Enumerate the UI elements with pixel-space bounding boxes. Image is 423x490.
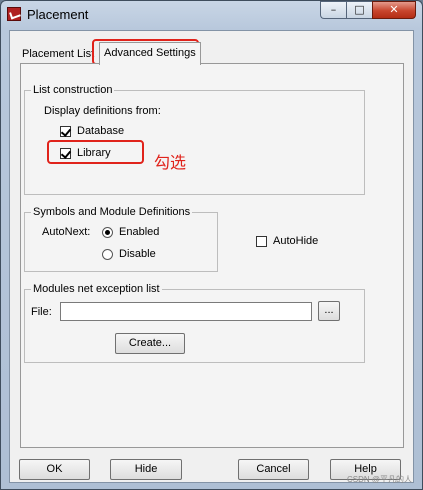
app-icon <box>7 7 21 21</box>
placement-window: Placement – □ ✕ Placement List Advanced … <box>0 0 423 490</box>
enabled-radio[interactable] <box>102 227 113 238</box>
display-definitions-caption: Display definitions from: <box>44 105 161 117</box>
symbols-module-title: Symbols and Module Definitions <box>31 205 193 219</box>
hide-button[interactable]: Hide <box>110 459 182 480</box>
database-label[interactable]: Database <box>77 125 124 138</box>
caption-buttons: – □ ✕ <box>320 1 416 21</box>
browse-button[interactable]: ... <box>318 301 340 321</box>
autonext-label: AutoNext: <box>42 226 91 238</box>
annotation-text: 勾选 <box>154 153 187 172</box>
minimize-button[interactable]: – <box>320 1 346 19</box>
library-label[interactable]: Library <box>77 147 111 160</box>
list-construction-group: List construction Display definitions fr… <box>24 83 365 195</box>
symbols-module-group: Symbols and Module Definitions AutoNext:… <box>24 205 218 272</box>
maximize-button[interactable]: □ <box>346 1 372 19</box>
title-bar[interactable]: Placement – □ ✕ <box>1 1 422 29</box>
tab-advanced-settings[interactable]: Advanced Settings <box>99 42 201 65</box>
tab-placement-list[interactable]: Placement List <box>20 44 96 64</box>
advanced-settings-panel: List construction Display definitions fr… <box>20 63 404 448</box>
list-construction-title: List construction <box>31 83 115 97</box>
file-label: File: <box>31 306 52 318</box>
disable-radio[interactable] <box>102 249 113 260</box>
disable-label[interactable]: Disable <box>119 248 156 261</box>
modules-net-title: Modules net exception list <box>31 282 162 296</box>
modules-net-group: Modules net exception list File: ... Cre… <box>24 282 365 363</box>
enabled-label[interactable]: Enabled <box>119 226 159 239</box>
dialog-client: Placement List Advanced Settings List co… <box>9 30 414 483</box>
create-button[interactable]: Create... <box>115 333 185 354</box>
database-checkbox[interactable] <box>60 126 71 137</box>
close-button[interactable]: ✕ <box>372 1 416 19</box>
window-title: Placement <box>27 7 89 22</box>
cancel-button[interactable]: Cancel <box>238 459 309 480</box>
autohide-checkbox[interactable] <box>256 236 267 247</box>
file-input[interactable] <box>60 302 312 321</box>
library-checkbox[interactable] <box>60 148 71 159</box>
autohide-label[interactable]: AutoHide <box>273 235 318 248</box>
ok-button[interactable]: OK <box>19 459 90 480</box>
watermark: CSDN @平凡的人 <box>346 475 412 484</box>
